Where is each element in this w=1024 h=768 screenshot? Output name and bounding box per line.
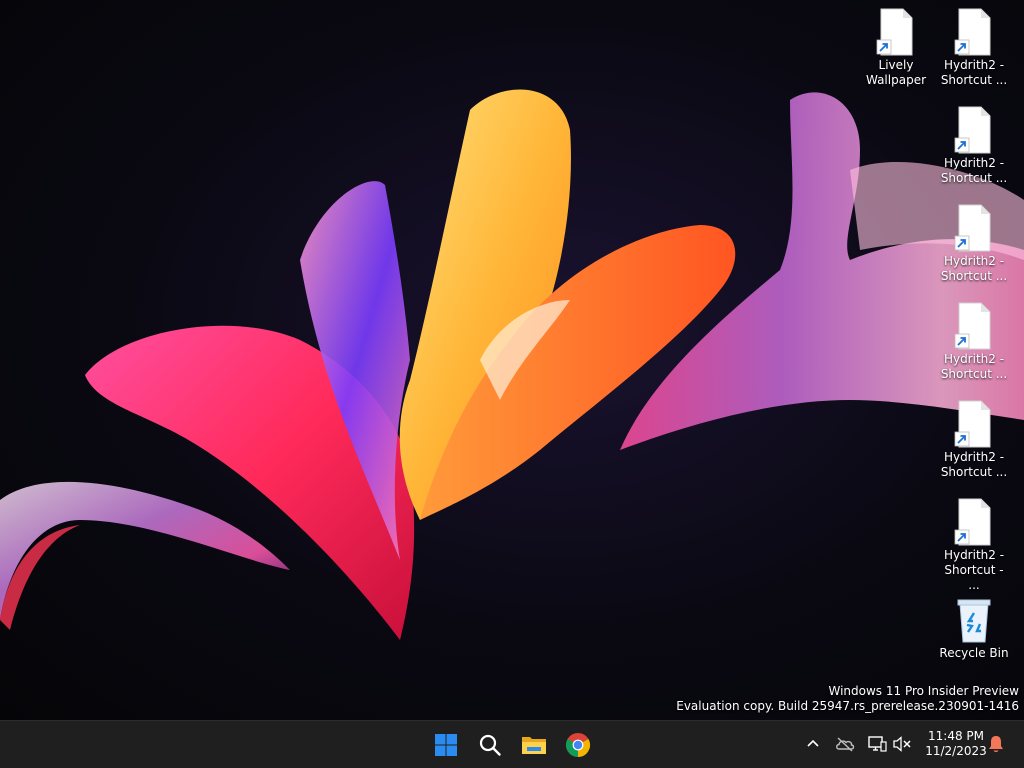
desktop-icon-hydrith2-shortcut-3[interactable]: Hydrith2 - Shortcut ... [938, 204, 1010, 284]
clock-time: 11:48 PM [928, 729, 984, 743]
desktop-icon-label: Hydrith2 - [943, 58, 1005, 72]
desktop-icon-label: Shortcut ... [940, 171, 1008, 185]
desktop-icon-recycle-bin[interactable]: Recycle Bin [938, 596, 1010, 661]
start-button[interactable] [427, 726, 465, 764]
recycle-bin-icon [954, 596, 994, 644]
desktop-icon-label: Shortcut ... [940, 269, 1008, 283]
desktop-icon-label: Recycle Bin [939, 646, 1009, 660]
desktop-icon-label: Hydrith2 - [943, 156, 1005, 170]
notification-bell-icon [989, 736, 1003, 752]
onedrive-tray-button[interactable] [834, 733, 856, 755]
shortcut-file-icon [876, 8, 916, 56]
desktop-icon-hydrith2-shortcut-5[interactable]: Hydrith2 - Shortcut ... [938, 400, 1010, 480]
onedrive-offline-icon [836, 737, 855, 752]
shortcut-file-icon [954, 106, 994, 154]
volume-muted-icon [893, 736, 911, 752]
desktop-icon-label: Wallpaper [865, 73, 927, 87]
search-icon [479, 734, 501, 756]
watermark-build: Evaluation copy. Build 25947.rs_prerelea… [676, 699, 1019, 713]
shortcut-file-icon [954, 498, 994, 546]
notification-center-button[interactable] [985, 733, 1007, 755]
windows-logo-icon [435, 734, 457, 756]
desktop-icon-label: Hydrith2 - [943, 548, 1005, 562]
desktop-icon-label: Shortcut ... [940, 73, 1008, 87]
desktop-icon-hydrith2-shortcut-2[interactable]: Hydrith2 - Shortcut ... [938, 106, 1010, 186]
chevron-up-icon [807, 739, 819, 747]
search-button[interactable] [471, 726, 509, 764]
taskbar: 11:48 PM 11/2/2023 [0, 720, 1024, 768]
shortcut-file-icon [954, 204, 994, 252]
desktop-icon-hydrith2-shortcut-6[interactable]: Hydrith2 - Shortcut - ... [938, 498, 1010, 593]
volume-tray-button[interactable] [891, 733, 913, 755]
show-hidden-icons-button[interactable] [802, 733, 824, 755]
desktop-icon-label: Lively [878, 58, 914, 72]
desktop-icon-hydrith2-shortcut-1[interactable]: Hydrith2 - Shortcut ... [938, 8, 1010, 88]
desktop[interactable]: Lively Wallpaper Hydrith2 - Shortcut ... Hyd… [0, 0, 1024, 720]
desktop-icon-hydrith2-shortcut-4[interactable]: Hydrith2 - Shortcut ... [938, 302, 1010, 382]
wallpaper-image [0, 89, 1024, 640]
shortcut-file-icon [954, 8, 994, 56]
network-icon [868, 736, 887, 752]
shortcut-file-icon [954, 302, 994, 350]
desktop-icon-label: Shortcut ... [940, 465, 1008, 479]
chrome-button[interactable] [559, 726, 597, 764]
desktop-icon-label: Hydrith2 - [943, 352, 1005, 366]
desktop-icon-label: Hydrith2 - [943, 450, 1005, 464]
desktop-icon-label: Shortcut - ... [944, 563, 1004, 592]
clock-button[interactable]: 11:48 PM 11/2/2023 [918, 729, 994, 759]
windows-watermark: Windows 11 Pro Insider Preview Evaluatio… [676, 684, 1019, 714]
watermark-edition: Windows 11 Pro Insider Preview [828, 684, 1019, 698]
network-tray-button[interactable] [866, 733, 888, 755]
folder-icon [522, 737, 546, 754]
desktop-icon-label: Shortcut ... [940, 367, 1008, 381]
desktop-icon-lively-wallpaper-shortcut[interactable]: Lively Wallpaper [860, 8, 932, 88]
clock-date: 11/2/2023 [925, 744, 987, 758]
file-explorer-button[interactable] [515, 726, 553, 764]
shortcut-file-icon [954, 400, 994, 448]
desktop-icon-label: Hydrith2 - [943, 254, 1005, 268]
chrome-icon [565, 733, 591, 757]
